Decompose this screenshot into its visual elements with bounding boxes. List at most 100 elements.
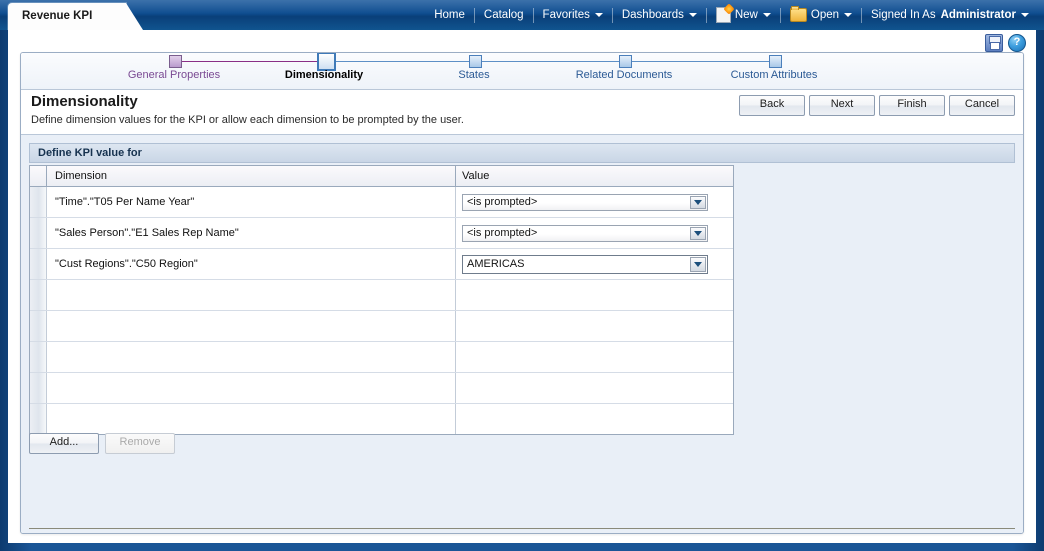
row-select-cell[interactable]: [30, 404, 47, 434]
cancel-button[interactable]: Cancel: [949, 95, 1015, 116]
table-row[interactable]: [30, 404, 733, 434]
table-header-row: Dimension Value: [30, 166, 733, 187]
value-cell: AMERICAS: [456, 249, 733, 279]
next-button[interactable]: Next: [809, 95, 875, 116]
body-footer-divider: [29, 528, 1015, 529]
train-node-general-properties[interactable]: [169, 55, 182, 68]
chevron-down-icon: [763, 13, 771, 17]
nav-item-dashboards[interactable]: Dashboards: [613, 0, 706, 30]
nav-item-new[interactable]: New: [707, 0, 780, 30]
train-label-general-properties[interactable]: General Properties: [128, 69, 220, 81]
value-dropdown[interactable]: AMERICAS: [462, 255, 708, 274]
value-dropdown[interactable]: <is prompted>: [462, 194, 708, 211]
value-cell: <is prompted>: [456, 187, 733, 217]
row-select-header: [30, 166, 47, 186]
train-label-states[interactable]: States: [458, 69, 489, 81]
nav-item-favorites[interactable]: Favorites: [534, 0, 612, 30]
wizard-button-row: Back Next Finish Cancel: [739, 95, 1015, 116]
value-cell: <is prompted>: [456, 218, 733, 248]
value-dropdown[interactable]: <is prompted>: [462, 225, 708, 242]
dropdown-arrow-button[interactable]: [690, 196, 706, 209]
train-connector: [324, 61, 474, 62]
section-header: Define KPI value for: [29, 143, 1015, 163]
table-row[interactable]: "Sales Person"."E1 Sales Rep Name" <is pr…: [30, 218, 733, 249]
row-select-cell[interactable]: [30, 249, 47, 279]
train-connector: [624, 61, 774, 62]
dimension-cell: [47, 404, 456, 434]
dimension-cell: "Cust Regions"."C50 Region": [47, 249, 456, 279]
nav-item-catalog-label: Catalog: [484, 9, 524, 21]
page-description: Define dimension values for the KPI or a…: [31, 114, 464, 126]
table-actions: Add... Remove: [29, 433, 175, 454]
page-surface: ? General Properties Dimensionality States…: [8, 30, 1036, 543]
train-connector: [174, 61, 324, 62]
nav-item-new-label: New: [735, 9, 758, 21]
value-dropdown-text: <is prompted>: [463, 227, 537, 239]
row-select-cell[interactable]: [30, 218, 47, 248]
chevron-down-icon: [1021, 13, 1029, 17]
column-header-value: Value: [456, 166, 733, 186]
table-row[interactable]: [30, 280, 733, 311]
nav-item-dashboards-label: Dashboards: [622, 9, 684, 21]
value-cell: [456, 404, 733, 434]
nav-item-catalog[interactable]: Catalog: [475, 0, 533, 30]
save-icon[interactable]: [985, 34, 1003, 52]
value-dropdown-text: <is prompted>: [463, 196, 537, 208]
train-node-related-documents[interactable]: [619, 55, 632, 68]
train-label-custom-attributes[interactable]: Custom Attributes: [731, 69, 818, 81]
train-node-states[interactable]: [469, 55, 482, 68]
application-window: Revenue KPI Home Catalog Favorites Dashb…: [0, 0, 1044, 551]
row-select-cell[interactable]: [30, 373, 47, 403]
chevron-down-icon: [844, 13, 852, 17]
nav-item-open-label: Open: [811, 9, 839, 21]
train-node-custom-attributes[interactable]: [769, 55, 782, 68]
nav-item-home[interactable]: Home: [425, 0, 474, 30]
signed-in-user: Administrator: [941, 9, 1016, 21]
chevron-down-icon: [694, 231, 702, 236]
train-connector: [474, 61, 624, 62]
column-header-dimension: Dimension: [47, 166, 456, 186]
table-row[interactable]: "Time"."T05 Per Name Year"<is prompted>: [30, 187, 733, 218]
table-row[interactable]: [30, 311, 733, 342]
add-button[interactable]: Add...: [29, 433, 99, 454]
signed-in-as-label: Signed In As: [871, 9, 936, 21]
value-dropdown-text: AMERICAS: [463, 258, 524, 270]
dimension-table: Dimension Value "Time"."T05 Per Name Yea…: [29, 165, 734, 435]
row-select-cell[interactable]: [30, 187, 47, 217]
row-select-cell[interactable]: [30, 342, 47, 372]
wizard-body: Define KPI value for Dimension Value "Ti…: [21, 135, 1023, 533]
chevron-down-icon: [689, 13, 697, 17]
train-label-dimensionality[interactable]: Dimensionality: [285, 69, 363, 81]
dropdown-arrow-button[interactable]: [690, 257, 706, 272]
value-cell: [456, 280, 733, 310]
wizard-panel: General Properties Dimensionality States Re…: [20, 52, 1024, 534]
back-button[interactable]: Back: [739, 95, 805, 116]
dimension-cell: [47, 373, 456, 403]
active-page-tab[interactable]: Revenue KPI: [8, 3, 126, 30]
chevron-down-icon: [694, 262, 702, 267]
train-label-related-documents[interactable]: Related Documents: [576, 69, 673, 81]
table-row[interactable]: "Cust Regions"."C50 Region" AMERICAS: [30, 249, 733, 280]
signed-in-as[interactable]: Signed In As Administrator: [862, 0, 1038, 30]
row-select-cell[interactable]: [30, 280, 47, 310]
value-cell: [456, 373, 733, 403]
help-icon[interactable]: ?: [1008, 34, 1026, 52]
page-title: Dimensionality: [31, 93, 138, 110]
table-row[interactable]: [30, 373, 733, 404]
open-folder-icon: [790, 8, 807, 22]
nav-item-home-label: Home: [434, 9, 465, 21]
page-toolbar: ?: [985, 32, 1026, 54]
dimension-cell: [47, 342, 456, 372]
finish-button[interactable]: Finish: [879, 95, 945, 116]
wizard-header: Dimensionality Define dimension values f…: [21, 90, 1023, 135]
dimension-cell: [47, 311, 456, 341]
dimension-cell: "Sales Person"."E1 Sales Rep Name": [47, 218, 456, 248]
row-select-cell[interactable]: [30, 311, 47, 341]
table-row[interactable]: [30, 342, 733, 373]
chevron-down-icon: [694, 200, 702, 205]
new-document-icon: [716, 7, 731, 23]
active-page-tab-label: Revenue KPI: [22, 10, 92, 22]
dropdown-arrow-button[interactable]: [690, 227, 706, 240]
nav-item-open[interactable]: Open: [781, 0, 861, 30]
value-cell: [456, 342, 733, 372]
